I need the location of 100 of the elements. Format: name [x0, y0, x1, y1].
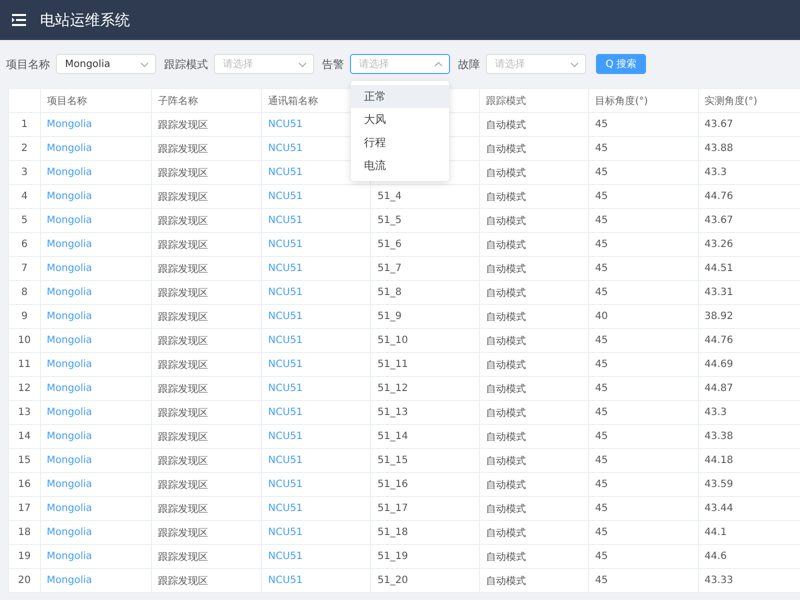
project-link[interactable]: Mongolia — [46, 431, 92, 442]
device-name: 51_12 — [377, 383, 408, 394]
project-link[interactable]: Mongolia — [46, 143, 92, 154]
target-angle: 45 — [595, 407, 608, 418]
column-header: 子阵名称 — [158, 96, 198, 106]
column-header: 项目名称 — [46, 96, 87, 106]
target-angle: 45 — [595, 527, 608, 538]
subarray-name: 跟踪发现区 — [158, 576, 208, 586]
project-link[interactable]: Mongolia — [46, 575, 92, 586]
target-angle: 45 — [595, 119, 608, 130]
tracking-mode: 自动模式 — [486, 120, 526, 130]
measured-angle: 44.76 — [704, 191, 734, 202]
ncu-link[interactable]: NCU51 — [268, 455, 303, 466]
project-link[interactable]: Mongolia — [46, 335, 92, 346]
tracking-mode: 自动模式 — [486, 240, 526, 250]
measured-angle: 43.3 — [704, 407, 727, 418]
ncu-link[interactable]: NCU51 — [268, 551, 303, 562]
project-link[interactable]: Mongolia — [46, 167, 92, 178]
filter-label: 故障 — [458, 56, 480, 72]
project-link[interactable]: Mongolia — [46, 311, 92, 322]
measured-angle: 43.38 — [704, 431, 734, 442]
target-angle: 45 — [595, 431, 608, 442]
device-name: 51_18 — [377, 527, 408, 538]
select-field[interactable]: Mongolia — [56, 54, 156, 74]
ncu-link[interactable]: NCU51 — [268, 359, 303, 370]
project-link[interactable]: Mongolia — [46, 239, 92, 250]
row-number: 13 — [18, 407, 31, 418]
device-name: 51_16 — [377, 479, 408, 490]
measured-angle: 43.59 — [704, 479, 734, 490]
project-link[interactable]: Mongolia — [46, 503, 92, 514]
ncu-link[interactable]: NCU51 — [268, 527, 303, 538]
ncu-link[interactable]: NCU51 — [268, 575, 303, 586]
project-link[interactable]: Mongolia — [46, 551, 92, 562]
ncu-link[interactable]: NCU51 — [268, 503, 303, 514]
dropdown-option[interactable]: 大风 — [351, 108, 449, 131]
row-number: 14 — [18, 431, 31, 442]
row-number: 1 — [21, 119, 28, 130]
target-angle: 45 — [595, 479, 608, 490]
ncu-link[interactable]: NCU51 — [268, 215, 303, 226]
tracking-mode: 自动模式 — [486, 312, 526, 322]
ncu-link[interactable]: NCU51 — [268, 287, 303, 298]
ncu-link[interactable]: NCU51 — [268, 335, 303, 346]
row-number: 19 — [18, 551, 31, 562]
project-link[interactable]: Mongolia — [46, 215, 92, 226]
ncu-link[interactable]: NCU51 — [268, 383, 303, 394]
menu-icon[interactable] — [12, 14, 26, 26]
target-angle: 45 — [595, 167, 608, 178]
select-field[interactable]: 请选择 — [214, 54, 314, 74]
ncu-link[interactable]: NCU51 — [268, 431, 303, 442]
target-angle: 45 — [595, 455, 608, 466]
dropdown-option[interactable]: 行程 — [351, 131, 449, 154]
target-angle: 40 — [595, 311, 608, 322]
device-name: 51_13 — [377, 407, 408, 418]
measured-angle: 44.76 — [704, 335, 734, 346]
ncu-link[interactable]: NCU51 — [268, 191, 303, 202]
subarray-name: 跟踪发现区 — [158, 360, 208, 370]
measured-angle: 44.69 — [704, 359, 734, 370]
tracking-mode: 自动模式 — [486, 144, 526, 154]
row-number: 3 — [21, 167, 28, 178]
column-header: 通讯箱名称 — [268, 96, 318, 106]
ncu-link[interactable]: NCU51 — [268, 407, 303, 418]
ncu-link[interactable]: NCU51 — [268, 479, 303, 490]
tracking-mode: 自动模式 — [486, 576, 526, 586]
target-angle: 45 — [595, 263, 608, 274]
row-number: 12 — [18, 383, 31, 394]
project-link[interactable]: Mongolia — [46, 455, 92, 466]
measured-angle: 44.6 — [704, 551, 727, 562]
row-number: 9 — [21, 311, 28, 322]
row-number: 20 — [18, 575, 31, 586]
device-name: 51_10 — [377, 335, 408, 346]
dropdown-option[interactable]: 正常 — [351, 85, 449, 108]
subarray-name: 跟踪发现区 — [158, 216, 208, 226]
row-number: 18 — [18, 527, 31, 538]
ncu-link[interactable]: NCU51 — [268, 311, 303, 322]
project-link[interactable]: Mongolia — [46, 191, 92, 202]
project-link[interactable]: Mongolia — [46, 383, 92, 394]
ncu-link[interactable]: NCU51 — [268, 263, 303, 274]
tracking-mode: 自动模式 — [486, 432, 526, 442]
dropdown-option[interactable]: 电流 — [351, 154, 449, 177]
ncu-link[interactable]: NCU51 — [268, 167, 303, 178]
app-title: 电站运维系统 — [40, 10, 130, 30]
project-link[interactable]: Mongolia — [46, 287, 92, 298]
subarray-name: 跟踪发现区 — [158, 432, 208, 442]
ncu-link[interactable]: NCU51 — [268, 119, 303, 130]
target-angle: 45 — [595, 575, 608, 586]
device-name: 51_17 — [377, 503, 408, 514]
search-button[interactable]: Q 搜索 — [596, 54, 646, 74]
ncu-link[interactable]: NCU51 — [268, 143, 303, 154]
ncu-link[interactable]: NCU51 — [268, 239, 303, 250]
project-link[interactable]: Mongolia — [46, 407, 92, 418]
project-link[interactable]: Mongolia — [46, 359, 92, 370]
tracking-mode: 自动模式 — [486, 384, 526, 394]
device-name: 51_7 — [377, 263, 402, 274]
project-link[interactable]: Mongolia — [46, 263, 92, 274]
subarray-name: 跟踪发现区 — [158, 504, 208, 514]
project-link[interactable]: Mongolia — [46, 479, 92, 490]
select-field[interactable]: 请选择 — [486, 54, 586, 74]
project-link[interactable]: Mongolia — [46, 527, 92, 538]
row-number: 7 — [21, 263, 28, 274]
project-link[interactable]: Mongolia — [46, 119, 92, 130]
